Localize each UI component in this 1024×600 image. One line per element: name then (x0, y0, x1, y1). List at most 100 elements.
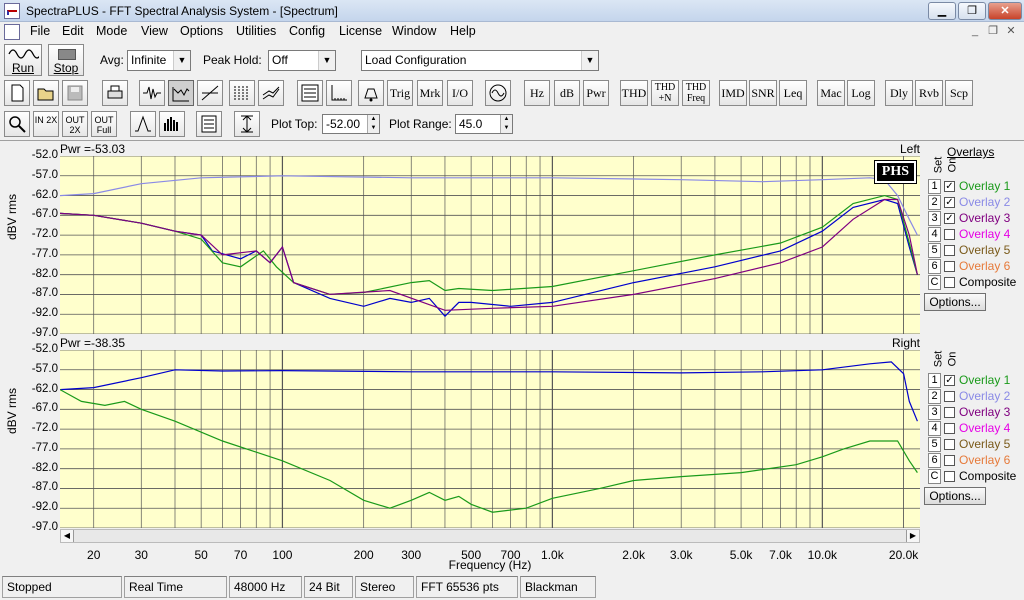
mdi-close-button[interactable]: ✕ (1002, 24, 1020, 39)
overlay-set-button[interactable]: C (928, 469, 941, 484)
overlay-checkbox[interactable] (944, 261, 955, 272)
overlay-checkbox[interactable]: ✓ (944, 181, 955, 192)
peak-hold-select[interactable]: Off ▼ (268, 50, 336, 71)
leq-button[interactable]: Leq (779, 80, 807, 106)
menu-license[interactable]: License (339, 24, 382, 38)
overlay-set-button[interactable]: 2 (928, 389, 941, 404)
log-button[interactable]: Log (847, 80, 875, 106)
run-button[interactable]: Run (4, 44, 42, 76)
save-button[interactable] (62, 80, 88, 106)
spectrogram-button[interactable] (229, 80, 255, 106)
overlay-checkbox[interactable] (944, 391, 955, 402)
zoom-out-2x-button[interactable]: OUT 2X (62, 111, 88, 137)
3d-surface-button[interactable] (258, 80, 284, 106)
close-button[interactable]: ✕ (988, 2, 1022, 20)
stop-button[interactable]: Stop (48, 44, 84, 76)
rvb-button[interactable]: Rvb (915, 80, 943, 106)
menu-help[interactable]: Help (450, 24, 476, 38)
app-icon[interactable] (4, 3, 20, 19)
plot-range-input[interactable]: 45.0 ▲ ▼ (455, 114, 513, 134)
scroll-left-icon[interactable]: ◀ (61, 530, 74, 542)
left-spectrum-plot[interactable]: PHS (59, 155, 920, 335)
hz-button[interactable]: Hz (524, 80, 550, 106)
overlay-checkbox[interactable]: ✓ (944, 197, 955, 208)
chevron-down-icon[interactable]: ▼ (318, 51, 335, 70)
overlay-checkbox[interactable] (944, 423, 955, 434)
menu-file[interactable]: File (30, 24, 50, 38)
spectrum-button[interactable] (168, 80, 194, 106)
trig-button[interactable]: Trig (387, 80, 413, 106)
scp-button[interactable]: Scp (945, 80, 973, 106)
open-button[interactable] (33, 80, 59, 106)
avg-select[interactable]: Infinite ▼ (127, 50, 191, 71)
dly-button[interactable]: Dly (885, 80, 913, 106)
thd-n-button[interactable]: THD +N (651, 80, 679, 106)
sound-level-button[interactable] (358, 80, 384, 106)
overlay-set-button[interactable]: 2 (928, 195, 941, 210)
overlay-checkbox[interactable] (944, 229, 955, 240)
overlay-set-button[interactable]: 3 (928, 211, 941, 226)
thd-button[interactable]: THD (620, 80, 648, 106)
overlay-set-button[interactable]: 5 (928, 243, 941, 258)
peak-button[interactable] (130, 111, 156, 137)
overlay-set-button[interactable]: 6 (928, 259, 941, 274)
db-button[interactable]: dB (554, 80, 580, 106)
io-button[interactable]: I/O (447, 80, 473, 106)
calculator-button[interactable] (196, 111, 222, 137)
overlay-checkbox[interactable] (944, 439, 955, 450)
horizontal-scrollbar[interactable]: ◀ ▶ (60, 529, 920, 543)
imd-button[interactable]: IMD (719, 80, 747, 106)
scale-button[interactable] (326, 80, 352, 106)
left-options-button[interactable]: Options... (924, 293, 986, 311)
vertical-scale-button[interactable] (234, 111, 260, 137)
snr-button[interactable]: SNR (749, 80, 777, 106)
overlay-checkbox[interactable] (944, 245, 955, 256)
mrk-button[interactable]: Mrk (417, 80, 443, 106)
mac-button[interactable]: Mac (817, 80, 845, 106)
mdi-minimize-button[interactable]: _ (966, 24, 984, 39)
overlay-set-button[interactable]: C (928, 275, 941, 290)
new-button[interactable] (4, 80, 30, 106)
chevron-down-icon[interactable]: ▼ (581, 51, 598, 70)
overlay-set-button[interactable]: 3 (928, 405, 941, 420)
menu-utilities[interactable]: Utilities (236, 24, 276, 38)
spin-arrows-icon[interactable]: ▲ ▼ (367, 115, 379, 133)
scroll-right-icon[interactable]: ▶ (906, 530, 919, 542)
phase-button[interactable] (197, 80, 223, 106)
overlay-checkbox[interactable]: ✓ (944, 375, 955, 386)
zoom-in-2x-button[interactable]: IN 2X (33, 111, 59, 137)
overlay-set-button[interactable]: 4 (928, 421, 941, 436)
minimize-button[interactable]: ▁ (928, 2, 956, 20)
menu-config[interactable]: Config (289, 24, 325, 38)
thd-freq-button[interactable]: THD Freq (682, 80, 710, 106)
overlay-set-button[interactable]: 1 (928, 373, 941, 388)
overlay-set-button[interactable]: 6 (928, 453, 941, 468)
overlay-set-button[interactable]: 4 (928, 227, 941, 242)
octave-bars-button[interactable] (159, 111, 185, 137)
zoom-button[interactable] (4, 111, 30, 137)
panel-button[interactable] (297, 80, 323, 106)
menu-mode[interactable]: Mode (96, 24, 127, 38)
overlay-checkbox[interactable] (944, 471, 955, 482)
config-select[interactable]: Load Configuration ▼ (361, 50, 599, 71)
mdi-restore-button[interactable]: ❐ (984, 24, 1002, 39)
chevron-down-icon[interactable]: ▼ (173, 51, 190, 70)
menu-window[interactable]: Window (392, 24, 436, 38)
overlay-checkbox[interactable] (944, 277, 955, 288)
right-spectrum-plot[interactable] (59, 349, 920, 529)
maximize-button[interactable]: ❐ (958, 2, 986, 20)
time-series-button[interactable] (139, 80, 165, 106)
zoom-out-full-button[interactable]: OUT Full (91, 111, 117, 137)
menu-view[interactable]: View (141, 24, 168, 38)
menu-edit[interactable]: Edit (62, 24, 84, 38)
overlay-checkbox[interactable] (944, 407, 955, 418)
overlay-checkbox[interactable]: ✓ (944, 213, 955, 224)
overlay-checkbox[interactable] (944, 455, 955, 466)
overlay-set-button[interactable]: 5 (928, 437, 941, 452)
overlay-set-button[interactable]: 1 (928, 179, 941, 194)
plot-top-input[interactable]: -52.00 ▲ ▼ (322, 114, 380, 134)
generator-button[interactable] (485, 80, 511, 106)
document-icon[interactable] (4, 24, 20, 40)
spin-arrows-icon[interactable]: ▲ ▼ (500, 115, 512, 133)
right-options-button[interactable]: Options... (924, 487, 986, 505)
